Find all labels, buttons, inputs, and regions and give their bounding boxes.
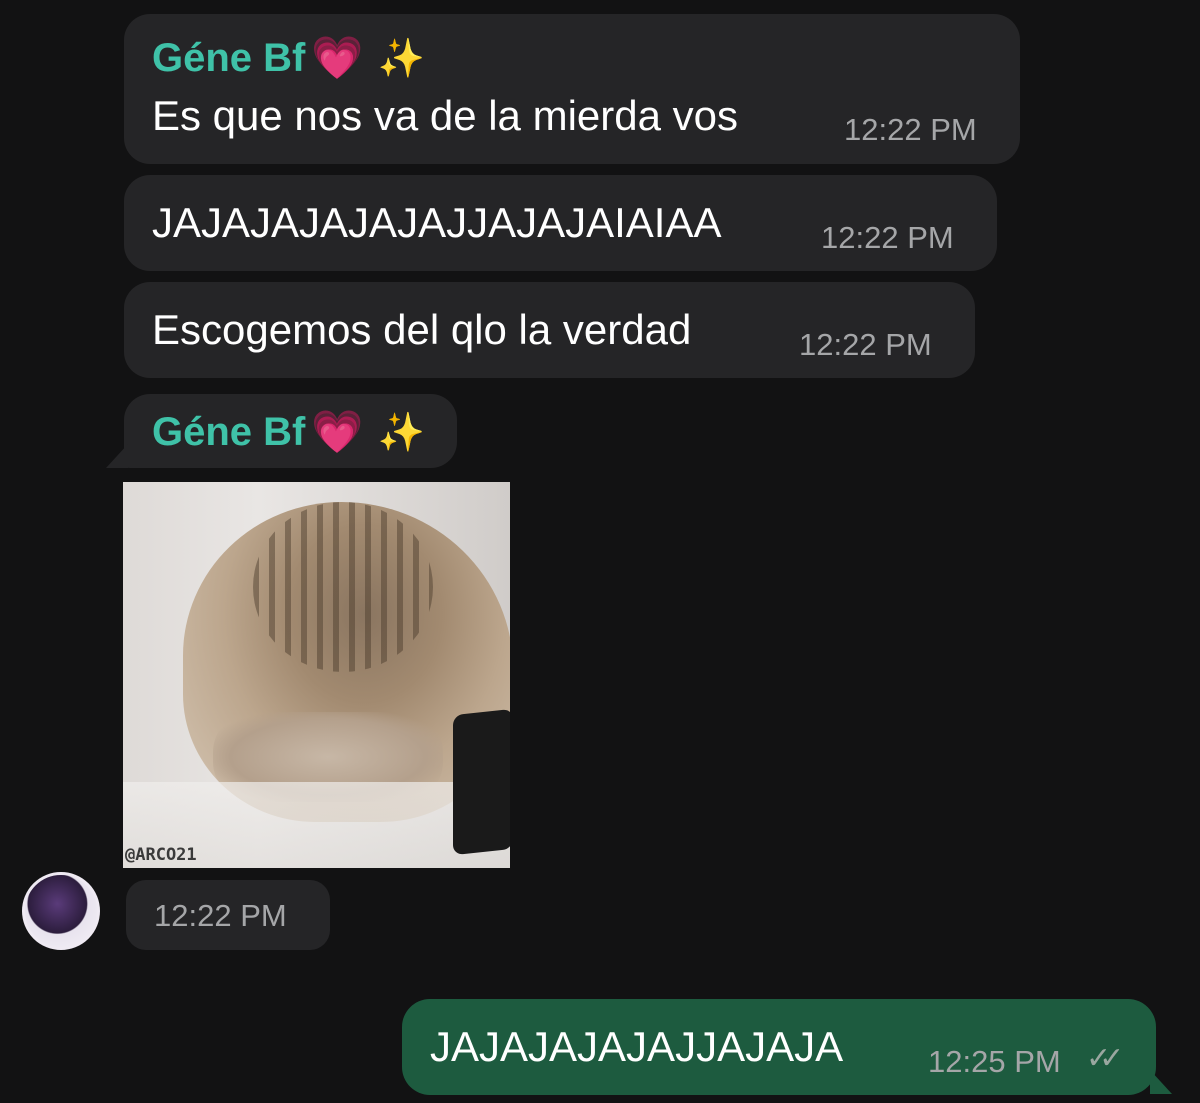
sparkles-icon: ✨ xyxy=(377,411,425,454)
gif-watermark: @ARCO21 xyxy=(125,845,197,865)
message-text: Es que nos va de la mierda vos xyxy=(152,92,738,139)
incoming-message[interactable]: Géne Bf 💗 ✨ Es que nos va de la mierda v… xyxy=(124,14,1020,164)
chat-view: Géne Bf 💗 ✨ Es que nos va de la mierda v… xyxy=(0,0,1200,1103)
sparkles-icon: ✨ xyxy=(377,37,425,80)
message-text: JAJAJAJAJAJJAJAJA xyxy=(430,1023,844,1070)
sender-name[interactable]: Géne Bf 💗 ✨ xyxy=(152,34,425,83)
heart-icon: 💗 xyxy=(311,408,364,455)
incoming-message[interactable]: JAJAJAJAJAJAJJAJAJAIAIAA 12:22 PM xyxy=(124,175,997,271)
incoming-message[interactable]: Escogemos del qlo la verdad 12:22 PM xyxy=(124,282,975,378)
incoming-media-header[interactable]: Géne Bf 💗 ✨ xyxy=(124,394,457,468)
message-timestamp: 12:25 PM xyxy=(928,1044,1061,1079)
message-timestamp: 12:22 PM xyxy=(844,112,977,147)
outgoing-message[interactable]: JAJAJAJAJAJJAJAJA 12:25 PM ✓✓ xyxy=(402,999,1156,1095)
heart-icon: 💗 xyxy=(311,34,364,81)
phone-object xyxy=(453,708,510,856)
gif-media[interactable]: @ARCO21 xyxy=(123,482,510,868)
sender-name-text: Géne Bf xyxy=(152,410,306,454)
sender-name-text: Géne Bf xyxy=(152,36,306,80)
message-text: Escogemos del qlo la verdad xyxy=(152,306,692,353)
message-text: JAJAJAJAJAJAJJAJAJAIAIAA xyxy=(152,199,722,246)
message-timestamp: 12:22 PM xyxy=(799,327,932,362)
cat-stripes xyxy=(253,502,433,672)
bubble-tail xyxy=(1150,1070,1172,1094)
message-timestamp: 12:22 PM xyxy=(154,898,287,933)
sender-name[interactable]: Géne Bf 💗 ✨ xyxy=(152,408,425,457)
double-check-icon: ✓✓ xyxy=(1086,1042,1124,1075)
media-timestamp-bubble: 12:22 PM xyxy=(126,880,330,950)
contact-avatar[interactable] xyxy=(22,872,100,950)
message-timestamp: 12:22 PM xyxy=(821,220,954,255)
bubble-tail xyxy=(106,444,128,468)
